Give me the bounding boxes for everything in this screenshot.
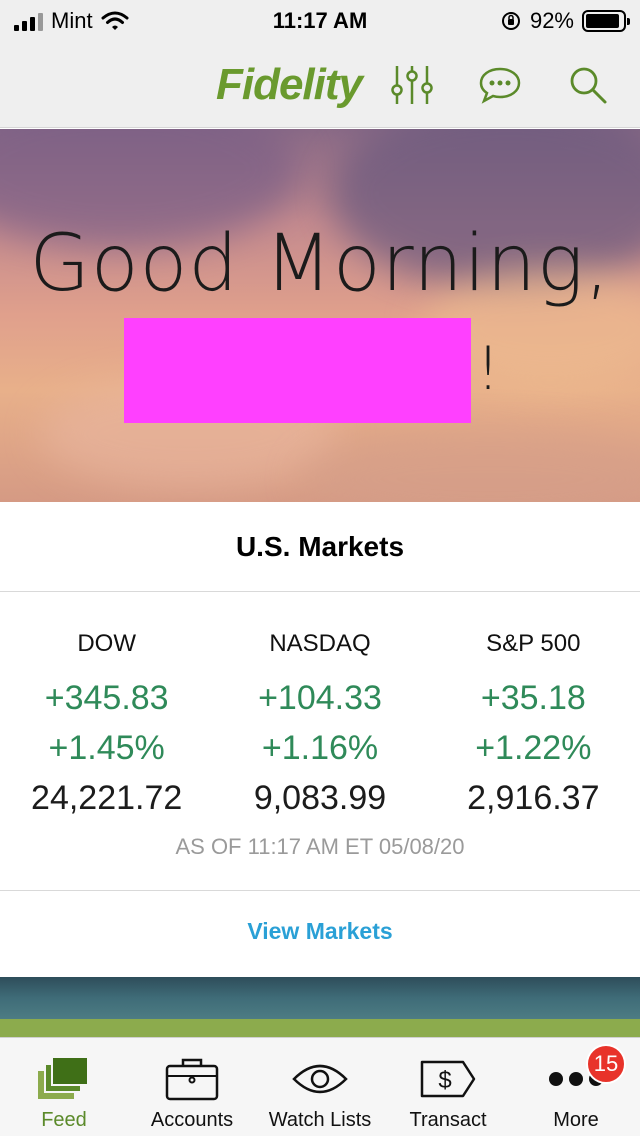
carrier-group: Mint [14,8,129,34]
next-card-accent [0,1019,640,1037]
chat-icon[interactable] [476,61,524,109]
index-percent: +1.16% [261,729,379,767]
next-card-image[interactable] [0,977,640,1019]
index-name: NASDAQ [269,630,371,657]
as-of-timestamp: AS OF 11:17 AM ET 05/08/20 [175,834,465,859]
tab-label: Transact [409,1109,487,1131]
greeting-text: Good Morning, [29,219,611,309]
tab-watch-lists[interactable]: Watch Lists [256,1038,384,1136]
index-name: DOW [77,630,136,657]
index-value: 24,221.72 [31,779,183,817]
filter-sliders-icon[interactable] [388,61,436,109]
tab-accounts[interactable]: Accounts [128,1038,256,1136]
tab-label: Accounts [150,1109,234,1131]
eye-icon [292,1064,348,1094]
battery-group: 92% [500,8,630,34]
index-value: 9,083.99 [253,779,387,817]
tab-feed[interactable]: Feed [0,1038,128,1136]
market-indices: DOW +345.83 +1.45% 24,221.72 NASDAQ +104… [0,615,640,823]
redacted-user-name [124,318,471,423]
tab-label: Feed [41,1109,87,1131]
notification-badge: 15 [586,1044,626,1084]
wifi-icon [101,11,129,30]
divider [0,890,640,891]
greeting-punctuation: ! [476,334,501,404]
signal-icon [14,11,43,31]
app-header: Fidelity [0,42,640,128]
index-value: 2,916.37 [467,779,600,817]
svg-text:$: $ [438,1067,451,1094]
status-bar: Mint 11:17 AM 92% [0,0,640,42]
feed-icon [38,1056,89,1099]
fidelity-logo: Fidelity [215,59,363,109]
dollar-tag-icon: $ [420,1060,476,1098]
tab-label: More [553,1109,599,1131]
search-icon[interactable] [564,61,612,109]
carrier-name: Mint [51,8,93,33]
index-change: +104.33 [258,679,382,717]
index-sp500[interactable]: S&P 500 +35.18 +1.22% 2,916.37 [427,615,640,823]
briefcase-icon [165,1058,219,1101]
markets-title: U.S. Markets [0,502,640,592]
tab-transact[interactable]: $ Transact [384,1038,512,1136]
index-nasdaq[interactable]: NASDAQ +104.33 +1.16% 9,083.99 [213,615,426,823]
index-dow[interactable]: DOW +345.83 +1.45% 24,221.72 [0,615,213,823]
battery-percent: 92% [529,8,574,33]
index-name: S&P 500 [486,630,581,657]
battery-icon [582,10,630,32]
index-change: +345.83 [44,679,169,717]
hero-banner: Good Morning, ! [0,129,640,502]
index-percent: +1.45% [48,729,165,767]
orientation-lock-icon [501,12,520,30]
view-markets-link[interactable]: View Markets [0,918,640,945]
index-percent: +1.22% [475,729,592,767]
tab-bar: Feed Accounts Watch Lists $ Transact Mor… [0,1037,640,1136]
tab-more[interactable]: More 15 [512,1038,640,1136]
index-change: +35.18 [480,679,586,717]
tab-label: Watch Lists [268,1109,372,1131]
